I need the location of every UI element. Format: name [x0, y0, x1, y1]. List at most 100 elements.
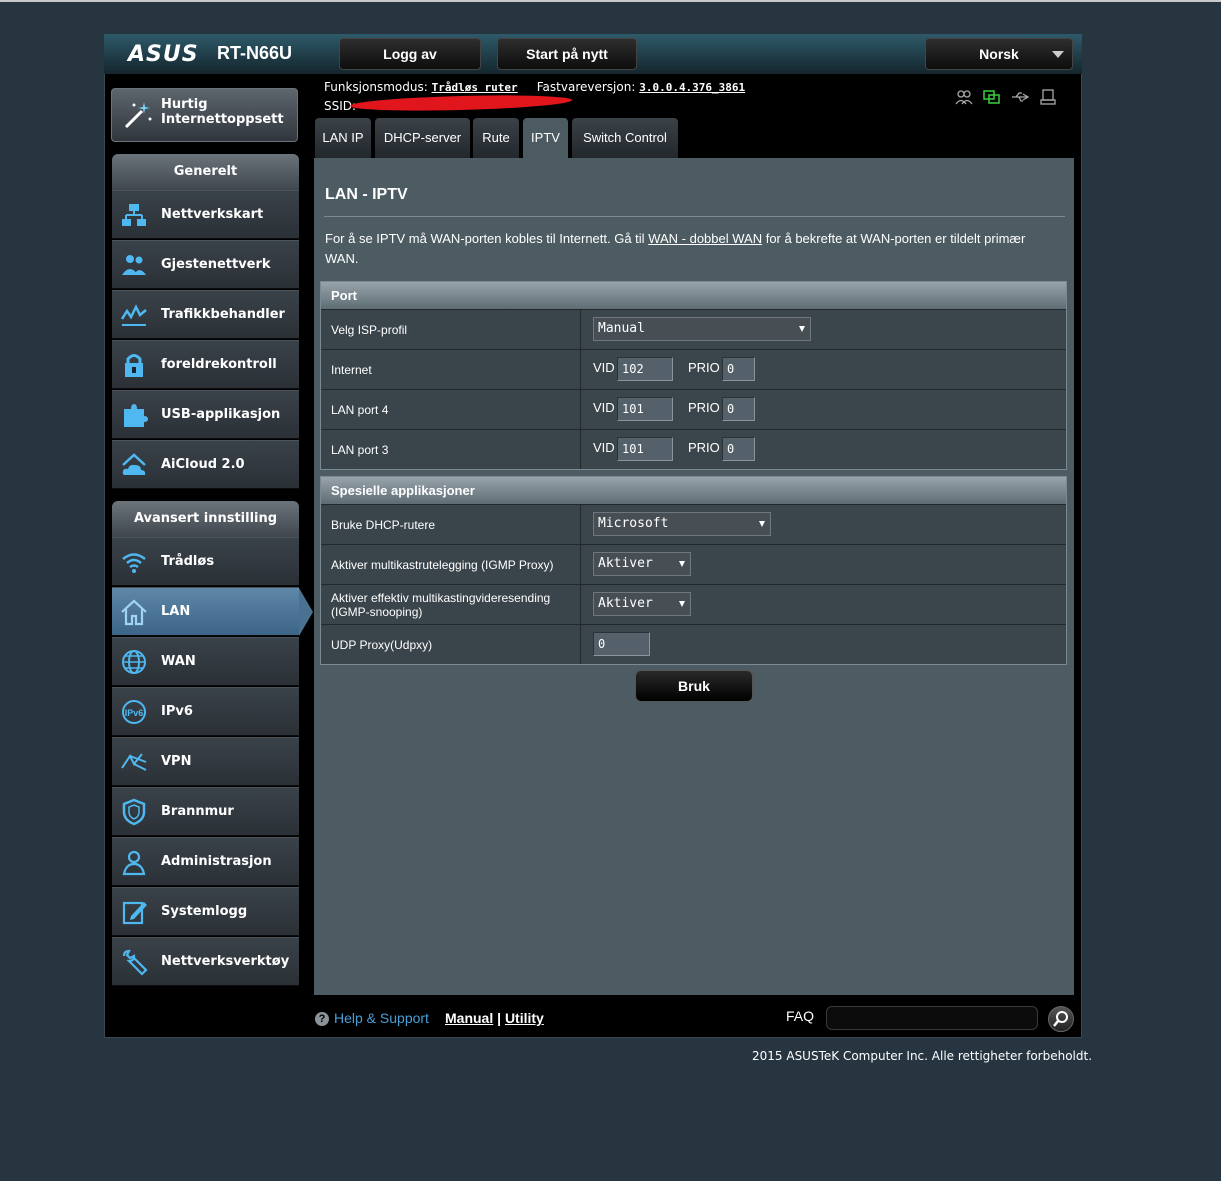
- logout-button[interactable]: Logg av: [339, 38, 481, 70]
- tab-dhcp-server[interactable]: DHCP-server: [375, 118, 470, 158]
- reboot-button[interactable]: Start på nytt: [497, 38, 637, 70]
- sidebar-item-foreldrekontroll[interactable]: foreldrekontroll: [112, 340, 299, 389]
- prio-input[interactable]: 0: [722, 357, 755, 381]
- manual-link[interactable]: Manual: [445, 1010, 493, 1026]
- isp-profile-select[interactable]: Manual: [593, 317, 811, 341]
- sidebar-item-systemlogg[interactable]: Systemlogg: [112, 887, 299, 936]
- help-icon: ?: [315, 1012, 329, 1026]
- sidebar-item-vpn[interactable]: VPN: [112, 737, 299, 786]
- utility-link[interactable]: Utility: [505, 1010, 544, 1026]
- quick-internet-setup-button[interactable]: Hurtig Internettoppsett: [111, 88, 298, 142]
- dropdown-arrow-icon: [759, 521, 765, 527]
- mode-link[interactable]: Trådløs ruter: [432, 81, 518, 94]
- udp-proxy-input[interactable]: 0: [593, 632, 650, 656]
- vid-input[interactable]: 101: [617, 397, 673, 421]
- prio-input[interactable]: 0: [722, 397, 755, 421]
- port-row-label: LAN port 4: [321, 390, 581, 429]
- udp-proxy-label: UDP Proxy(Udpxy): [321, 625, 581, 664]
- network-connected-icon[interactable]: [983, 89, 1001, 105]
- usb-puzzle-icon: [120, 401, 148, 429]
- prio-input[interactable]: 0: [722, 437, 755, 461]
- sidebar-item-label: Nettverkskart: [161, 207, 264, 222]
- language-label: Norsk: [979, 46, 1019, 62]
- prio-label: PRIO: [688, 440, 720, 455]
- footer-separator: |: [497, 1010, 502, 1026]
- faq-search-button[interactable]: [1048, 1006, 1074, 1032]
- printer-icon[interactable]: [1039, 89, 1057, 105]
- faq-search-input[interactable]: [826, 1006, 1038, 1030]
- firmware-link[interactable]: 3.0.0.4.376_3861: [639, 81, 745, 94]
- sidebar-item-label: Systemlogg: [161, 904, 248, 919]
- igmp-proxy-row: Aktiver multikastrutelegging (IGMP Proxy…: [321, 544, 1066, 584]
- port-row-fields: VID 101 PRIO 0: [582, 390, 1066, 429]
- igmp-snooping-value: Aktiver: [598, 596, 653, 611]
- special-apps-header: Spesielle applikasjoner: [321, 477, 1066, 504]
- mode-label: Funksjonsmodus:: [324, 80, 428, 94]
- sidebar-item-brannmur[interactable]: Brannmur: [112, 787, 299, 836]
- users-icon[interactable]: [955, 89, 973, 105]
- sidebar-item-trafikkbehandler[interactable]: Trafikkbehandler: [112, 290, 299, 339]
- tab-rute[interactable]: Rute: [473, 118, 519, 158]
- sidebar-item-wan[interactable]: WAN: [112, 637, 299, 686]
- network-map-icon: [120, 201, 148, 229]
- copyright-text: 2015 ASUSTeK Computer Inc. Alle rettighe…: [752, 1049, 1093, 1063]
- dhcp-routes-label: Bruke DHCP-rutere: [321, 505, 581, 544]
- sidebar-item-nettverksverkt-y[interactable]: Nettverksverktøy: [112, 937, 299, 986]
- sidebar-item-tr-dl-s[interactable]: Trådløs: [112, 537, 299, 586]
- usb-icon[interactable]: [1011, 89, 1030, 105]
- sidebar-item-lan[interactable]: LAN: [112, 587, 299, 636]
- traffic-manager-icon: [120, 301, 148, 329]
- help-support-link[interactable]: ? Help & Support: [315, 1010, 429, 1026]
- sidebar-item-aicloud-2-0[interactable]: AiCloud 2.0: [112, 440, 299, 489]
- model-name: RT-N66U: [217, 43, 293, 63]
- dropdown-arrow-icon: [799, 326, 805, 332]
- wifi-icon: [120, 548, 148, 576]
- igmp-snooping-row: Aktiver effektiv multikastingvideresendi…: [321, 584, 1066, 624]
- ipv6-icon: IPv6: [120, 698, 148, 726]
- special-apps-section: Spesielle applikasjoner Bruke DHCP-ruter…: [320, 476, 1067, 665]
- sidebar-item-usb-applikasjon[interactable]: USB-applikasjon: [112, 390, 299, 439]
- sidebar-item-label: foreldrekontroll: [161, 357, 277, 372]
- sidebar-item-label: Trafikkbehandler: [161, 307, 285, 322]
- sidebar-item-label: Trådløs: [161, 554, 215, 569]
- sidebar-item-administrasjon[interactable]: Administrasjon: [112, 837, 299, 886]
- dropdown-arrow-icon: [679, 601, 685, 607]
- tab-lan-ip[interactable]: LAN IP: [315, 118, 371, 158]
- isp-profile-field: Manual: [582, 310, 1066, 349]
- igmp-proxy-label: Aktiver multikastrutelegging (IGMP Proxy…: [321, 545, 581, 584]
- guest-network-icon: [120, 251, 148, 279]
- search-icon: [1053, 1011, 1068, 1027]
- language-select[interactable]: Norsk: [925, 38, 1073, 70]
- tab-switch-control[interactable]: Switch Control: [572, 118, 678, 158]
- prio-label: PRIO: [688, 400, 720, 415]
- sidebar-item-nettverkskart[interactable]: Nettverkskart: [112, 190, 299, 239]
- shield-icon: [120, 798, 148, 826]
- tab-iptv[interactable]: IPTV: [523, 118, 568, 158]
- apply-button[interactable]: Bruk: [635, 670, 753, 702]
- igmp-proxy-value: Aktiver: [598, 556, 653, 571]
- vid-label: VID: [593, 360, 615, 375]
- igmp-snooping-label: Aktiver effektiv multikastingvideresendi…: [321, 585, 581, 624]
- igmp-proxy-select[interactable]: Aktiver: [593, 552, 691, 576]
- sidebar-item-ipv6[interactable]: IPv6 IPv6: [112, 687, 299, 736]
- prio-label: PRIO: [688, 360, 720, 375]
- vid-input[interactable]: 102: [617, 357, 673, 381]
- port-row-label: LAN port 3: [321, 430, 581, 469]
- top-border: [0, 0, 1221, 2]
- dhcp-routes-select[interactable]: Microsoft: [593, 512, 771, 536]
- log-icon: [120, 898, 148, 926]
- sidebar-item-gjestenettverk[interactable]: Gjestenettverk: [112, 240, 299, 289]
- port-section: Port Velg ISP-profil Manual Internet VID 1…: [320, 281, 1067, 470]
- footer-links: Manual | Utility: [445, 1010, 544, 1026]
- vpn-icon: [120, 748, 148, 776]
- igmp-snooping-select[interactable]: Aktiver: [593, 592, 691, 616]
- vid-input[interactable]: 101: [617, 437, 673, 461]
- title-divider: [324, 216, 1065, 217]
- description-text-start: For å se IPTV må WAN-porten kobles til I…: [325, 231, 649, 246]
- port-row-lan-port-4: LAN port 4 VID 101 PRIO 0: [321, 389, 1066, 429]
- wan-dual-wan-link[interactable]: WAN - dobbel WAN: [648, 231, 762, 246]
- vid-label: VID: [593, 440, 615, 455]
- firmware-label: Fastvareversjon:: [536, 80, 636, 94]
- vid-label: VID: [593, 400, 615, 415]
- active-nav-pointer: [299, 588, 313, 636]
